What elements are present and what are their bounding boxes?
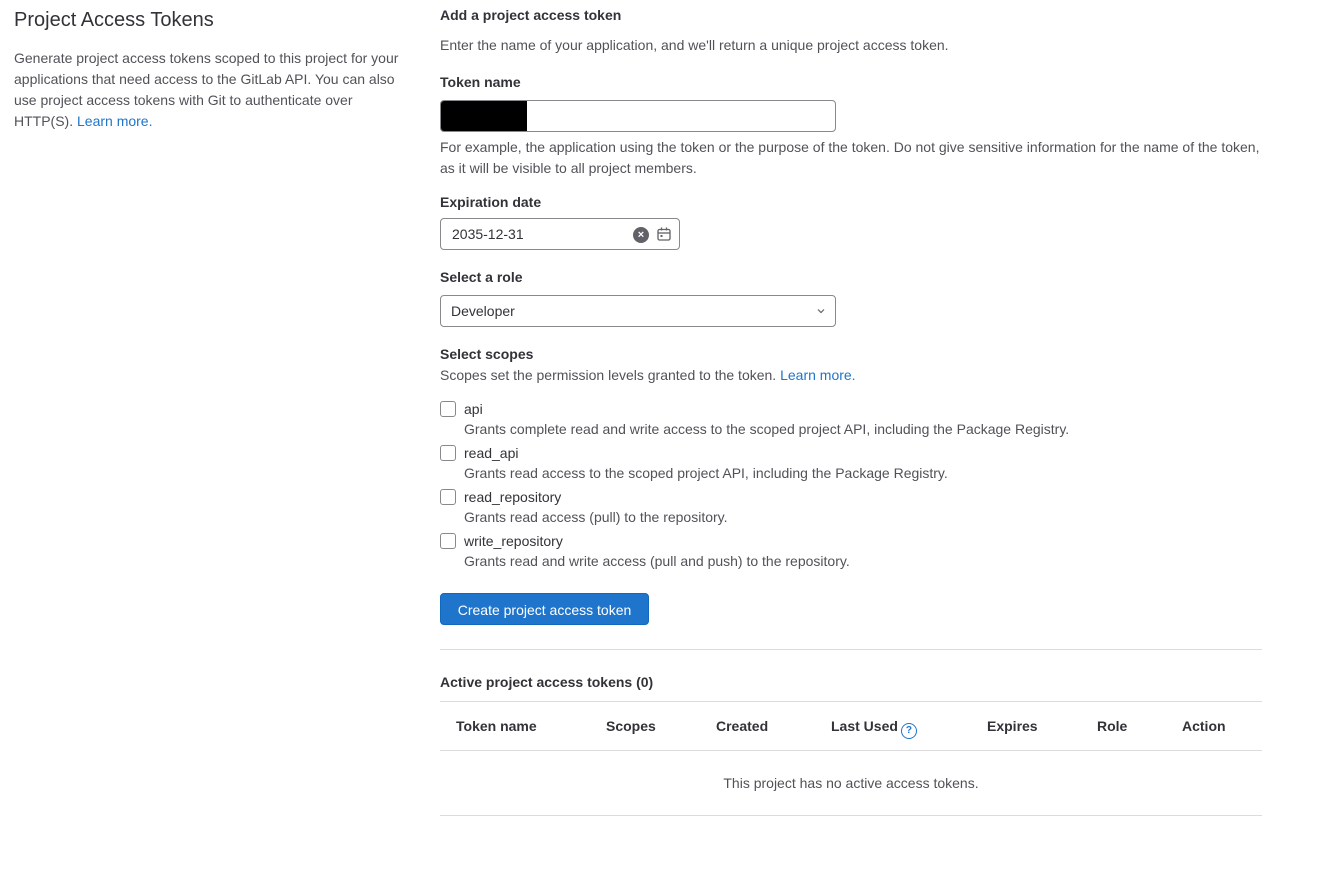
column-header-token-name: Token name	[456, 718, 537, 734]
scope-read-repository-checkbox[interactable]	[440, 489, 456, 505]
learn-more-link[interactable]: Learn more.	[77, 113, 152, 129]
chevron-down-icon	[817, 309, 825, 314]
scope-description: Grants read and write access (pull and p…	[464, 553, 850, 569]
scope-description: Grants complete read and write access to…	[464, 421, 1070, 437]
scope-name: read_api	[464, 445, 519, 461]
table-header-border	[440, 750, 1262, 751]
create-token-button[interactable]: Create project access token	[440, 593, 649, 625]
settings-sidebar: Project Access Tokens Generate project a…	[14, 6, 406, 132]
expiration-date-value: 2035-12-31	[452, 226, 524, 242]
question-icon[interactable]: ?	[900, 723, 917, 739]
page-title: Project Access Tokens	[14, 9, 214, 31]
table-top-border	[440, 701, 1262, 702]
column-header-expires: Expires	[987, 718, 1038, 734]
scope-description: Grants read access (pull) to the reposit…	[464, 509, 728, 525]
expiration-label: Expiration date	[440, 194, 542, 210]
redacted-value	[441, 101, 527, 131]
scope-description: Grants read access to the scoped project…	[464, 465, 948, 481]
calendar-icon[interactable]	[657, 227, 671, 241]
column-header-created: Created	[716, 718, 769, 734]
role-select[interactable]: Developer	[440, 295, 836, 327]
section-divider	[440, 649, 1262, 650]
column-header-scopes: Scopes	[606, 718, 656, 734]
scopes-help-text: Scopes set the permission levels granted…	[440, 367, 777, 383]
column-header-last-used-label: Last Used	[831, 718, 898, 734]
empty-state-message: This project has no active access tokens…	[723, 775, 979, 791]
scope-api-checkbox[interactable]	[440, 401, 456, 417]
clear-icon[interactable]: ×	[633, 227, 649, 243]
scope-read-api-checkbox[interactable]	[440, 445, 456, 461]
expiration-date-input[interactable]: 2035-12-31 ×	[440, 218, 680, 250]
role-selected-value: Developer	[451, 303, 515, 319]
form-heading: Add a project access token	[440, 7, 622, 23]
form-intro: Enter the name of your application, and …	[440, 37, 949, 53]
token-name-help: For example, the application using the t…	[440, 139, 1260, 176]
column-header-role: Role	[1097, 718, 1128, 734]
page-description: Generate project access tokens scoped to…	[14, 48, 406, 132]
token-name-input[interactable]	[440, 100, 836, 132]
token-name-label: Token name	[440, 74, 521, 90]
scopes-label: Select scopes	[440, 346, 534, 362]
column-header-action: Action	[1182, 718, 1226, 734]
active-tokens-heading: Active project access tokens (0)	[440, 674, 654, 690]
scope-name: read_repository	[464, 489, 562, 505]
scopes-help: Scopes set the permission levels granted…	[440, 365, 856, 386]
scope-write-repository-checkbox[interactable]	[440, 533, 456, 549]
scope-name: api	[464, 401, 483, 417]
table-bottom-border	[440, 815, 1262, 816]
page-description-text: Generate project access tokens scoped to…	[14, 50, 399, 129]
role-label: Select a role	[440, 269, 523, 285]
scope-name: write_repository	[464, 533, 563, 549]
scopes-learn-more-link[interactable]: Learn more.	[780, 367, 855, 383]
column-header-last-used: Last Used?	[831, 718, 917, 739]
